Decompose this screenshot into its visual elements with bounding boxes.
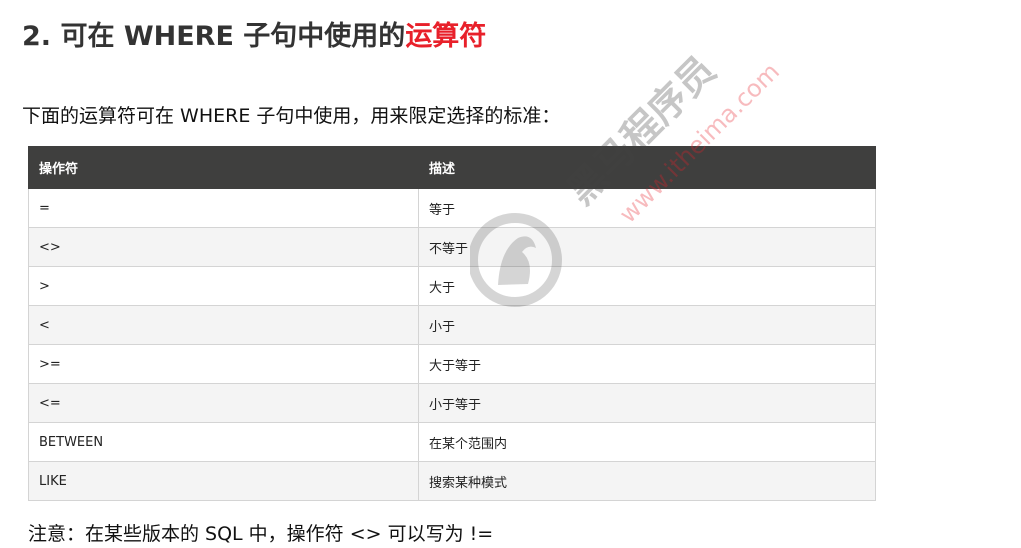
- header-description: 描述: [418, 146, 876, 189]
- heading-number: 2.: [22, 21, 52, 52]
- description-cell: 大于: [418, 266, 876, 306]
- operators-table: 操作符 描述 = 等于 <> 不等于 > 大于 < 小于 >= 大于等于 <= …: [28, 146, 876, 501]
- operator-cell: LIKE: [28, 461, 419, 501]
- table-row: > 大于: [28, 266, 876, 306]
- description-cell: 等于: [418, 188, 876, 228]
- operator-cell: BETWEEN: [28, 422, 419, 462]
- operator-cell: <: [28, 305, 419, 345]
- table-header-row: 操作符 描述: [28, 146, 876, 189]
- table-row: LIKE 搜索某种模式: [28, 461, 876, 501]
- description-cell: 不等于: [418, 227, 876, 267]
- operator-cell: >=: [28, 344, 419, 384]
- heading-text: 可在 WHERE 子句中使用的: [60, 21, 406, 52]
- operator-cell: <=: [28, 383, 419, 423]
- description-cell: 大于等于: [418, 344, 876, 384]
- table-row: >= 大于等于: [28, 344, 876, 384]
- heading-highlight: 运算符: [405, 21, 487, 52]
- section-heading: 2. 可在 WHERE 子句中使用的运算符: [22, 14, 486, 53]
- table-row: <> 不等于: [28, 227, 876, 267]
- intro-paragraph: 下面的运算符可在 WHERE 子句中使用，用来限定选择的标准：: [22, 105, 561, 127]
- operator-cell: >: [28, 266, 419, 306]
- description-cell: 小于: [418, 305, 876, 345]
- description-cell: 搜索某种模式: [418, 461, 876, 501]
- operator-cell: <>: [28, 227, 419, 267]
- table-row: BETWEEN 在某个范围内: [28, 422, 876, 462]
- operator-cell: =: [28, 188, 419, 228]
- description-cell: 小于等于: [418, 383, 876, 423]
- table-row: <= 小于等于: [28, 383, 876, 423]
- header-operator: 操作符: [28, 146, 419, 189]
- description-cell: 在某个范围内: [418, 422, 876, 462]
- table-row: = 等于: [28, 188, 876, 228]
- table-row: < 小于: [28, 305, 876, 345]
- note-paragraph: 注意：在某些版本的 SQL 中，操作符 <> 可以写为 !=: [28, 523, 494, 545]
